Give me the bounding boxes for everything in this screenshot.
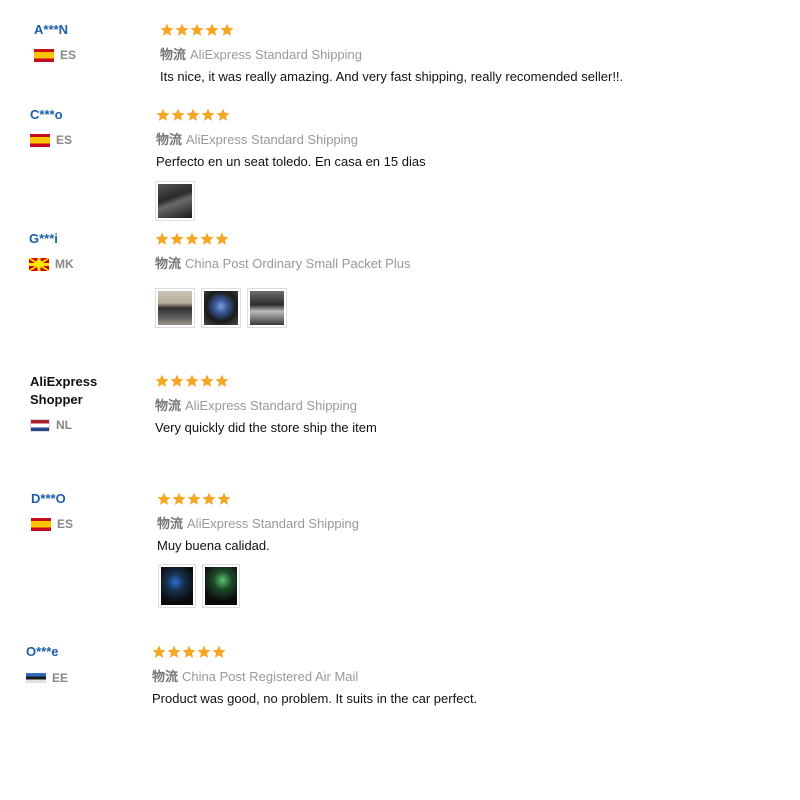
star-icon bbox=[190, 23, 204, 36]
review-text: Product was good, no problem. It suits i… bbox=[152, 691, 478, 706]
shipping-method: 物流 AliExpress Standard Shipping bbox=[160, 47, 363, 62]
shipping-method: 物流 AliExpress Standard Shipping bbox=[155, 398, 358, 413]
star-icon bbox=[216, 108, 230, 121]
star-icon bbox=[175, 23, 189, 36]
star-icon bbox=[172, 492, 186, 505]
netherlands-flag-icon bbox=[30, 418, 50, 432]
reviewer-country: NL bbox=[30, 418, 72, 432]
star-icon bbox=[212, 645, 226, 658]
shipping-method: 物流 China Post Registered Air Mail bbox=[152, 669, 359, 684]
review-photo-thumbnail[interactable] bbox=[202, 564, 240, 608]
review-text: Its nice, it was really amazing. And ver… bbox=[160, 69, 624, 84]
star-icon bbox=[200, 374, 214, 387]
estonia-flag-icon bbox=[26, 673, 46, 683]
review-photo-thumbnail[interactable] bbox=[201, 288, 241, 328]
shipping-method: 物流 China Post Ordinary Small Packet Plus bbox=[155, 256, 411, 271]
star-icon bbox=[205, 23, 219, 36]
review-photo-thumbnail[interactable] bbox=[247, 288, 287, 328]
star-icon bbox=[167, 645, 181, 658]
star-icon bbox=[200, 232, 214, 245]
reviewer-country: ES bbox=[30, 133, 72, 147]
reviewer-name[interactable]: O***e bbox=[26, 644, 59, 659]
star-icon bbox=[170, 232, 184, 245]
star-rating bbox=[155, 374, 229, 388]
review-photos bbox=[158, 564, 240, 608]
star-icon bbox=[155, 232, 169, 245]
review-text: Perfecto en un seat toledo. En casa en 1… bbox=[156, 154, 426, 169]
reviewer-country: EE bbox=[26, 671, 68, 685]
star-icon bbox=[157, 492, 171, 505]
spain-flag-icon bbox=[30, 133, 50, 147]
star-icon bbox=[197, 645, 211, 658]
star-icon bbox=[202, 492, 216, 505]
frame-photo-icon bbox=[158, 291, 192, 325]
screen-green-photo-icon bbox=[205, 567, 237, 605]
star-icon bbox=[217, 492, 231, 505]
review-photo-thumbnail[interactable] bbox=[155, 288, 195, 328]
shipping-method: 物流 AliExpress Standard Shipping bbox=[157, 516, 360, 531]
review-photo-thumbnail[interactable] bbox=[158, 564, 196, 608]
star-icon bbox=[182, 645, 196, 658]
star-rating bbox=[157, 492, 231, 506]
reviewer-country: ES bbox=[34, 48, 76, 62]
shipping-method: 物流 AliExpress Standard Shipping bbox=[156, 132, 359, 147]
reviewer-name[interactable]: A***N bbox=[34, 22, 68, 37]
reviewer-country: MK bbox=[29, 257, 74, 271]
star-icon bbox=[215, 232, 229, 245]
country-code: ES bbox=[60, 48, 77, 62]
star-icon bbox=[155, 374, 169, 387]
spain-flag-icon bbox=[34, 48, 54, 62]
star-rating bbox=[156, 108, 230, 122]
country-code: MK bbox=[55, 257, 74, 271]
country-code: ES bbox=[57, 517, 74, 531]
star-icon bbox=[187, 492, 201, 505]
star-icon bbox=[171, 108, 185, 121]
country-code: NL bbox=[56, 418, 72, 432]
star-icon bbox=[152, 645, 166, 658]
macedonia-flag-icon bbox=[29, 257, 49, 271]
star-icon bbox=[215, 374, 229, 387]
reviewer-name[interactable]: G***i bbox=[29, 231, 58, 246]
screen-photo-icon bbox=[204, 291, 238, 325]
review-text: Very quickly did the store ship the item bbox=[155, 420, 377, 435]
star-icon bbox=[156, 108, 170, 121]
star-icon bbox=[220, 23, 234, 36]
review-text: Muy buena calidad. bbox=[157, 538, 270, 553]
review-photo-thumbnail[interactable] bbox=[155, 181, 195, 221]
dashboard-photo-icon bbox=[158, 184, 192, 218]
reviewer-country: ES bbox=[31, 517, 73, 531]
screen-blue-photo-icon bbox=[161, 567, 193, 605]
reviewer-name[interactable]: D***O bbox=[31, 491, 66, 506]
star-rating bbox=[160, 23, 234, 37]
spain-flag-icon bbox=[31, 517, 51, 531]
star-rating bbox=[152, 645, 226, 659]
star-icon bbox=[160, 23, 174, 36]
star-icon bbox=[185, 232, 199, 245]
review-photos bbox=[155, 181, 195, 221]
reviewer-name[interactable]: C***o bbox=[30, 107, 63, 122]
star-icon bbox=[185, 374, 199, 387]
country-code: EE bbox=[52, 671, 69, 685]
panel-photo-icon bbox=[250, 291, 284, 325]
star-icon bbox=[186, 108, 200, 121]
star-icon bbox=[201, 108, 215, 121]
star-rating bbox=[155, 232, 229, 246]
star-icon bbox=[170, 374, 184, 387]
review-photos bbox=[155, 288, 287, 328]
reviewer-name[interactable]: AliExpress Shopper bbox=[30, 373, 120, 409]
country-code: ES bbox=[56, 133, 73, 147]
